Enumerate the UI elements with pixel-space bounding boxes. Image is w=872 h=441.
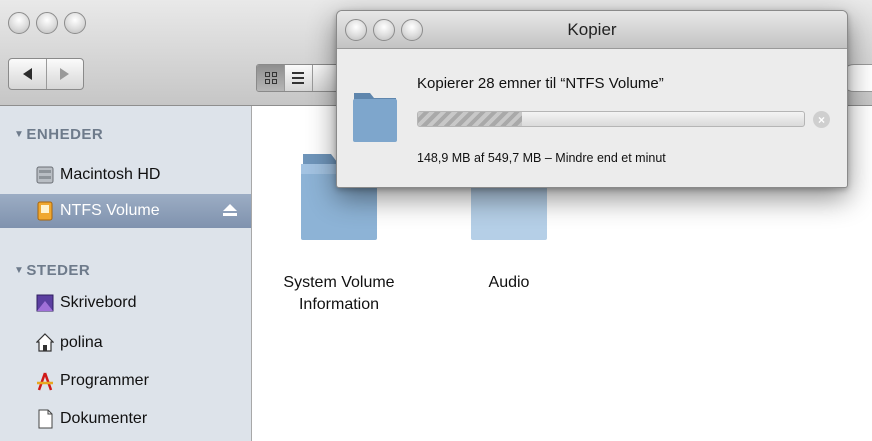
zoom-button[interactable]: [64, 12, 86, 34]
copy-status: 148,9 MB af 549,7 MB – Mindre end et min…: [417, 151, 666, 165]
forward-arrow-icon: [60, 68, 70, 80]
copy-message: Kopierer 28 emner til “NTFS Volume”: [417, 75, 664, 92]
back-arrow-icon: [22, 68, 32, 80]
column-view-button[interactable]: [311, 65, 339, 91]
window-controls: [8, 12, 86, 34]
home-icon: [36, 333, 54, 352]
documents-icon: [38, 409, 53, 429]
folder-label-system-volume-information[interactable]: System Volume Information: [259, 272, 419, 316]
folder-icon: [353, 93, 397, 142]
progress-fill: [418, 112, 523, 126]
stop-icon[interactable]: ×: [813, 111, 830, 128]
sidebar-item-dokumenter[interactable]: Dokumenter: [0, 402, 251, 436]
copy-dialog: Kopier Kopierer 28 emner til “NTFS Volum…: [336, 10, 848, 188]
icon-view-button[interactable]: [257, 65, 285, 91]
minimize-button[interactable]: [36, 12, 58, 34]
dialog-titlebar: Kopier: [337, 11, 847, 49]
hard-drive-icon: [36, 166, 54, 184]
sidebar-item-skrivebord[interactable]: Skrivebord: [0, 286, 251, 320]
view-mode-control: [256, 64, 340, 92]
dialog-title: Kopier: [567, 20, 617, 39]
sidebar: ▼ ENHEDER Macintosh HD NTFS Volume ▼ STEDE…: [0, 106, 252, 441]
list-view-button[interactable]: [284, 65, 311, 91]
desktop-icon: [36, 294, 54, 312]
eject-icon[interactable]: [223, 204, 237, 216]
disclosure-triangle-icon: ▼: [14, 265, 25, 276]
icon-view-icon: [264, 72, 277, 84]
back-button[interactable]: [9, 59, 46, 89]
sidebar-item-ntfs-volume[interactable]: NTFS Volume: [0, 194, 251, 228]
external-drive-icon: [37, 201, 53, 221]
forward-button[interactable]: [45, 59, 84, 89]
sidebar-item-macintosh-hd[interactable]: Macintosh HD: [0, 158, 251, 192]
copy-progress-bar: [417, 111, 805, 127]
disclosure-triangle-icon: ▼: [14, 129, 25, 140]
close-button[interactable]: [8, 12, 30, 34]
back-forward-control: [8, 58, 84, 90]
sidebar-item-polina[interactable]: polina: [0, 326, 251, 360]
list-view-icon: [292, 72, 305, 84]
sidebar-item-programmer[interactable]: Programmer: [0, 364, 251, 398]
sidebar-heading-places[interactable]: ▼ STEDER: [14, 262, 90, 279]
sidebar-heading-devices[interactable]: ▼ ENHEDER: [14, 126, 103, 143]
folder-label-audio[interactable]: Audio: [429, 272, 589, 294]
applications-icon: [37, 372, 53, 391]
